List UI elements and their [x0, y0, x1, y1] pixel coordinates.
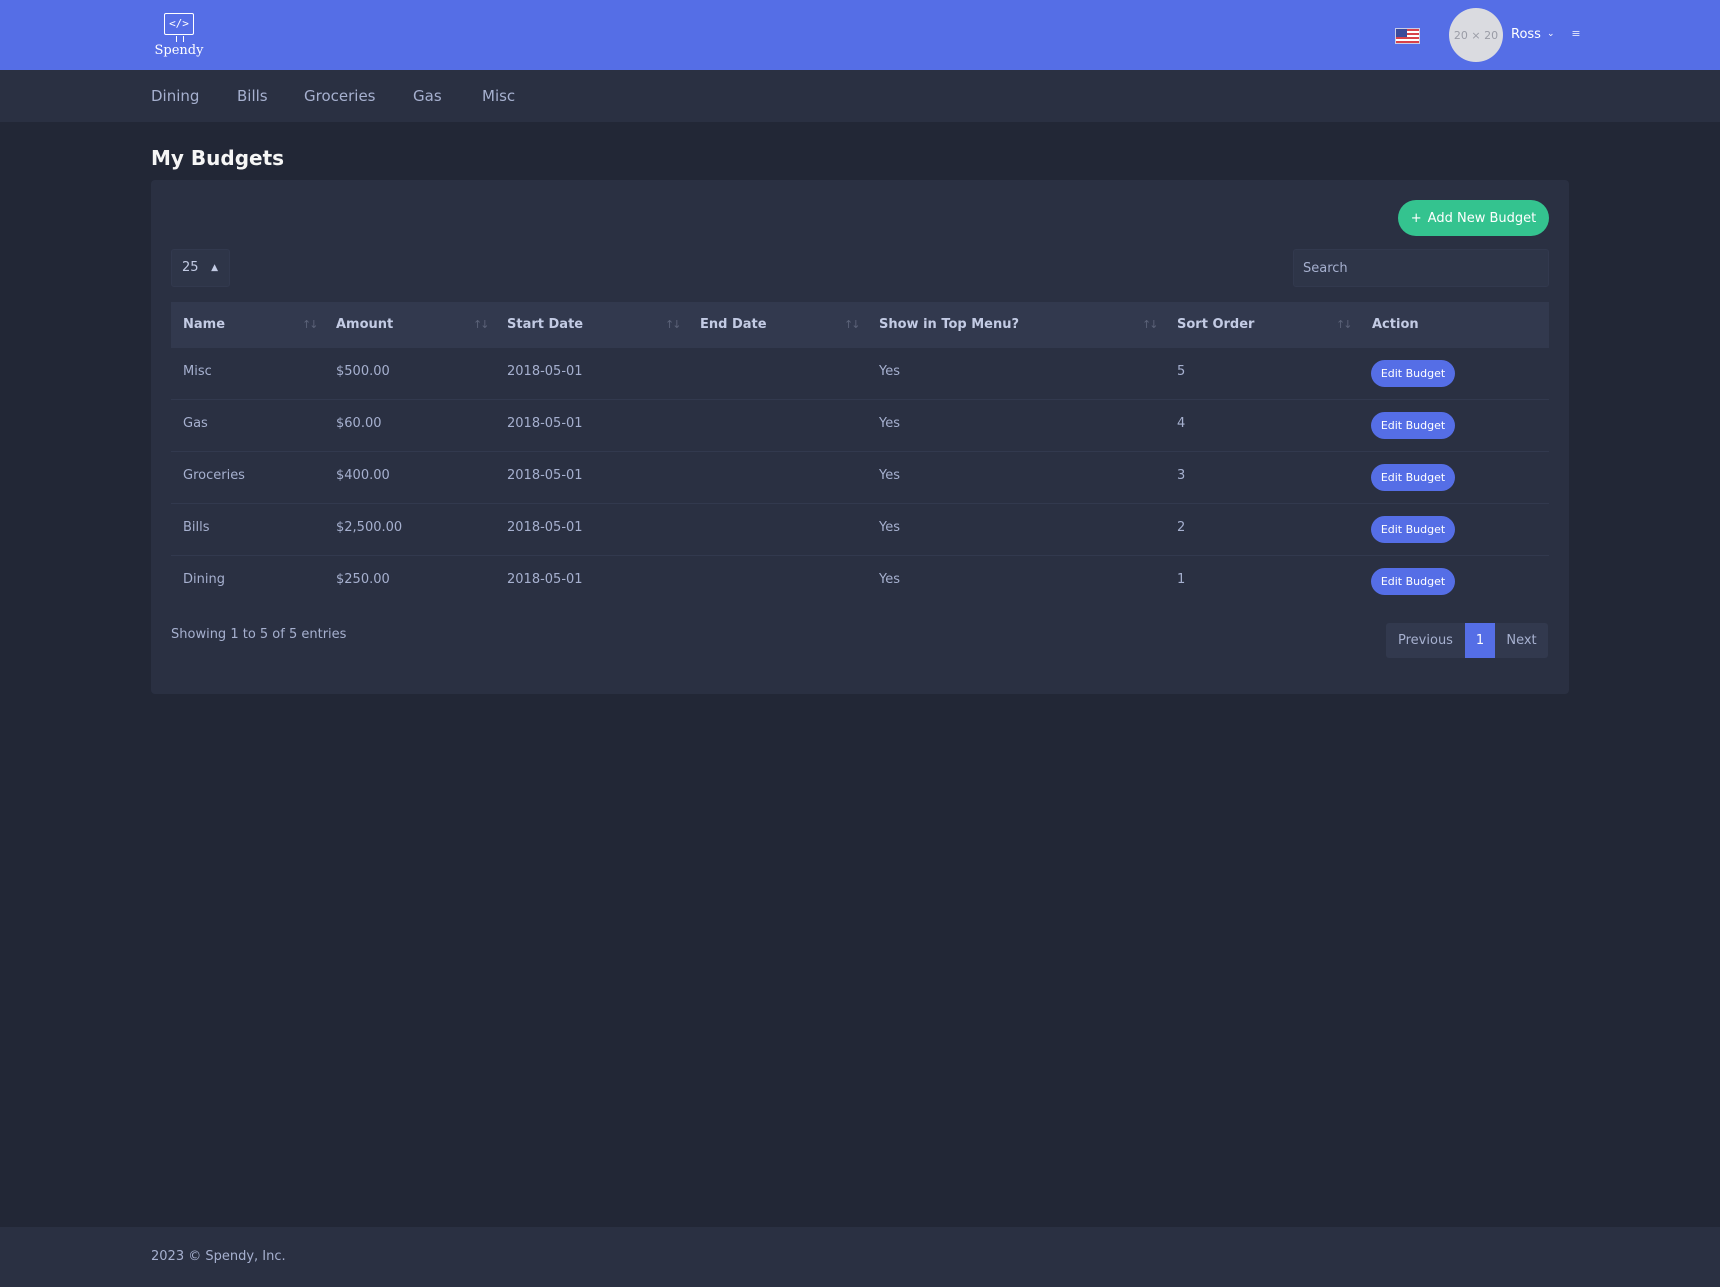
us-flag-icon[interactable] [1395, 28, 1420, 44]
cell-amount: $250.00 [336, 572, 390, 587]
brand-logo[interactable]: </> Spendy [151, 13, 207, 59]
sort-arrows-icon: ▲ [211, 263, 218, 273]
cell-sort-order: 5 [1177, 364, 1186, 379]
nav-item-gas[interactable]: Gas [413, 87, 442, 105]
cell-sort-order: 4 [1177, 416, 1186, 431]
column-header-end-date[interactable]: End Date [700, 317, 767, 332]
user-name: Ross [1511, 26, 1541, 42]
table-row: Gas $60.00 2018-05-01 Yes 4 Edit Budget [171, 400, 1549, 452]
add-new-budget-label: Add New Budget [1427, 210, 1537, 226]
cell-name: Groceries [183, 468, 245, 483]
user-menu[interactable]: Ross ⌄ [1511, 24, 1555, 44]
sort-icon[interactable]: ↑↓ [844, 318, 861, 331]
cell-top-menu: Yes [879, 468, 900, 483]
monitor-code-icon: </> [164, 13, 194, 42]
footer: 2023 © Spendy, Inc. [0, 1227, 1720, 1287]
avatar[interactable]: 20 × 20 [1449, 8, 1503, 62]
table-row: Bills $2,500.00 2018-05-01 Yes 2 Edit Bu… [171, 504, 1549, 556]
cell-start-date: 2018-05-01 [507, 468, 583, 483]
page-length-select[interactable]: 25 ▲ [171, 249, 230, 287]
previous-page-button[interactable]: Previous [1386, 623, 1465, 658]
cell-name: Misc [183, 364, 212, 379]
nav-item-misc[interactable]: Misc [482, 87, 515, 105]
top-bar: </> Spendy 20 × 20 Ross ⌄ ≡ [0, 0, 1720, 70]
entries-info: Showing 1 to 5 of 5 entries [171, 627, 347, 642]
budget-nav: Dining Bills Groceries Gas Misc [0, 70, 1720, 122]
cell-sort-order: 2 [1177, 520, 1186, 535]
cell-amount: $60.00 [336, 416, 382, 431]
cell-top-menu: Yes [879, 572, 900, 587]
column-header-sort-order[interactable]: Sort Order [1177, 317, 1254, 332]
cell-name: Dining [183, 572, 225, 587]
table-row: Dining $250.00 2018-05-01 Yes 1 Edit Bud… [171, 556, 1549, 608]
sort-icon[interactable]: ↑↓ [302, 318, 319, 331]
cell-amount: $400.00 [336, 468, 390, 483]
nav-item-groceries[interactable]: Groceries [304, 87, 376, 105]
nav-item-dining[interactable]: Dining [151, 87, 199, 105]
cell-name: Bills [183, 520, 210, 535]
page-length-value: 25 [182, 260, 199, 275]
search-input[interactable] [1293, 249, 1549, 287]
page-1-button[interactable]: 1 [1465, 623, 1495, 658]
edit-budget-button[interactable]: Edit Budget [1371, 516, 1455, 543]
table-row: Groceries $400.00 2018-05-01 Yes 3 Edit … [171, 452, 1549, 504]
column-header-name[interactable]: Name [183, 317, 225, 332]
page-title: My Budgets [151, 146, 285, 170]
edit-budget-button[interactable]: Edit Budget [1371, 412, 1455, 439]
nav-item-bills[interactable]: Bills [237, 87, 268, 105]
cell-start-date: 2018-05-01 [507, 416, 583, 431]
cell-top-menu: Yes [879, 416, 900, 431]
edit-budget-button[interactable]: Edit Budget [1371, 568, 1455, 595]
column-header-action: Action [1372, 317, 1419, 332]
cell-name: Gas [183, 416, 208, 431]
next-page-button[interactable]: Next [1495, 623, 1548, 658]
sort-icon[interactable]: ↑↓ [1336, 318, 1353, 331]
cell-top-menu: Yes [879, 520, 900, 535]
brand-name: Spendy [154, 43, 204, 58]
sort-icon[interactable]: ↑↓ [473, 318, 490, 331]
copyright-text: 2023 © Spendy, Inc. [151, 1249, 286, 1264]
plus-icon: + [1410, 210, 1422, 226]
column-header-start-date[interactable]: Start Date [507, 317, 583, 332]
column-header-show-in-top-menu[interactable]: Show in Top Menu? [879, 317, 1019, 332]
cell-sort-order: 3 [1177, 468, 1186, 483]
chevron-down-icon: ⌄ [1546, 29, 1555, 39]
cell-sort-order: 1 [1177, 572, 1186, 587]
table-row: Misc $500.00 2018-05-01 Yes 5 Edit Budge… [171, 348, 1549, 400]
settings-menu-icon[interactable]: ≡ [1570, 24, 1582, 44]
cell-start-date: 2018-05-01 [507, 520, 583, 535]
pagination: Previous 1 Next [1386, 623, 1548, 658]
column-header-amount[interactable]: Amount [336, 317, 393, 332]
sort-icon[interactable]: ↑↓ [665, 318, 682, 331]
edit-budget-button[interactable]: Edit Budget [1371, 360, 1455, 387]
cell-top-menu: Yes [879, 364, 900, 379]
cell-start-date: 2018-05-01 [507, 364, 583, 379]
cell-amount: $2,500.00 [336, 520, 403, 535]
sort-icon[interactable]: ↑↓ [1142, 318, 1159, 331]
edit-budget-button[interactable]: Edit Budget [1371, 464, 1455, 491]
cell-amount: $500.00 [336, 364, 390, 379]
table-header: Name ↑↓ Amount ↑↓ Start Date ↑↓ End Date… [171, 302, 1549, 348]
cell-start-date: 2018-05-01 [507, 572, 583, 587]
add-new-budget-button[interactable]: + Add New Budget [1398, 200, 1549, 236]
